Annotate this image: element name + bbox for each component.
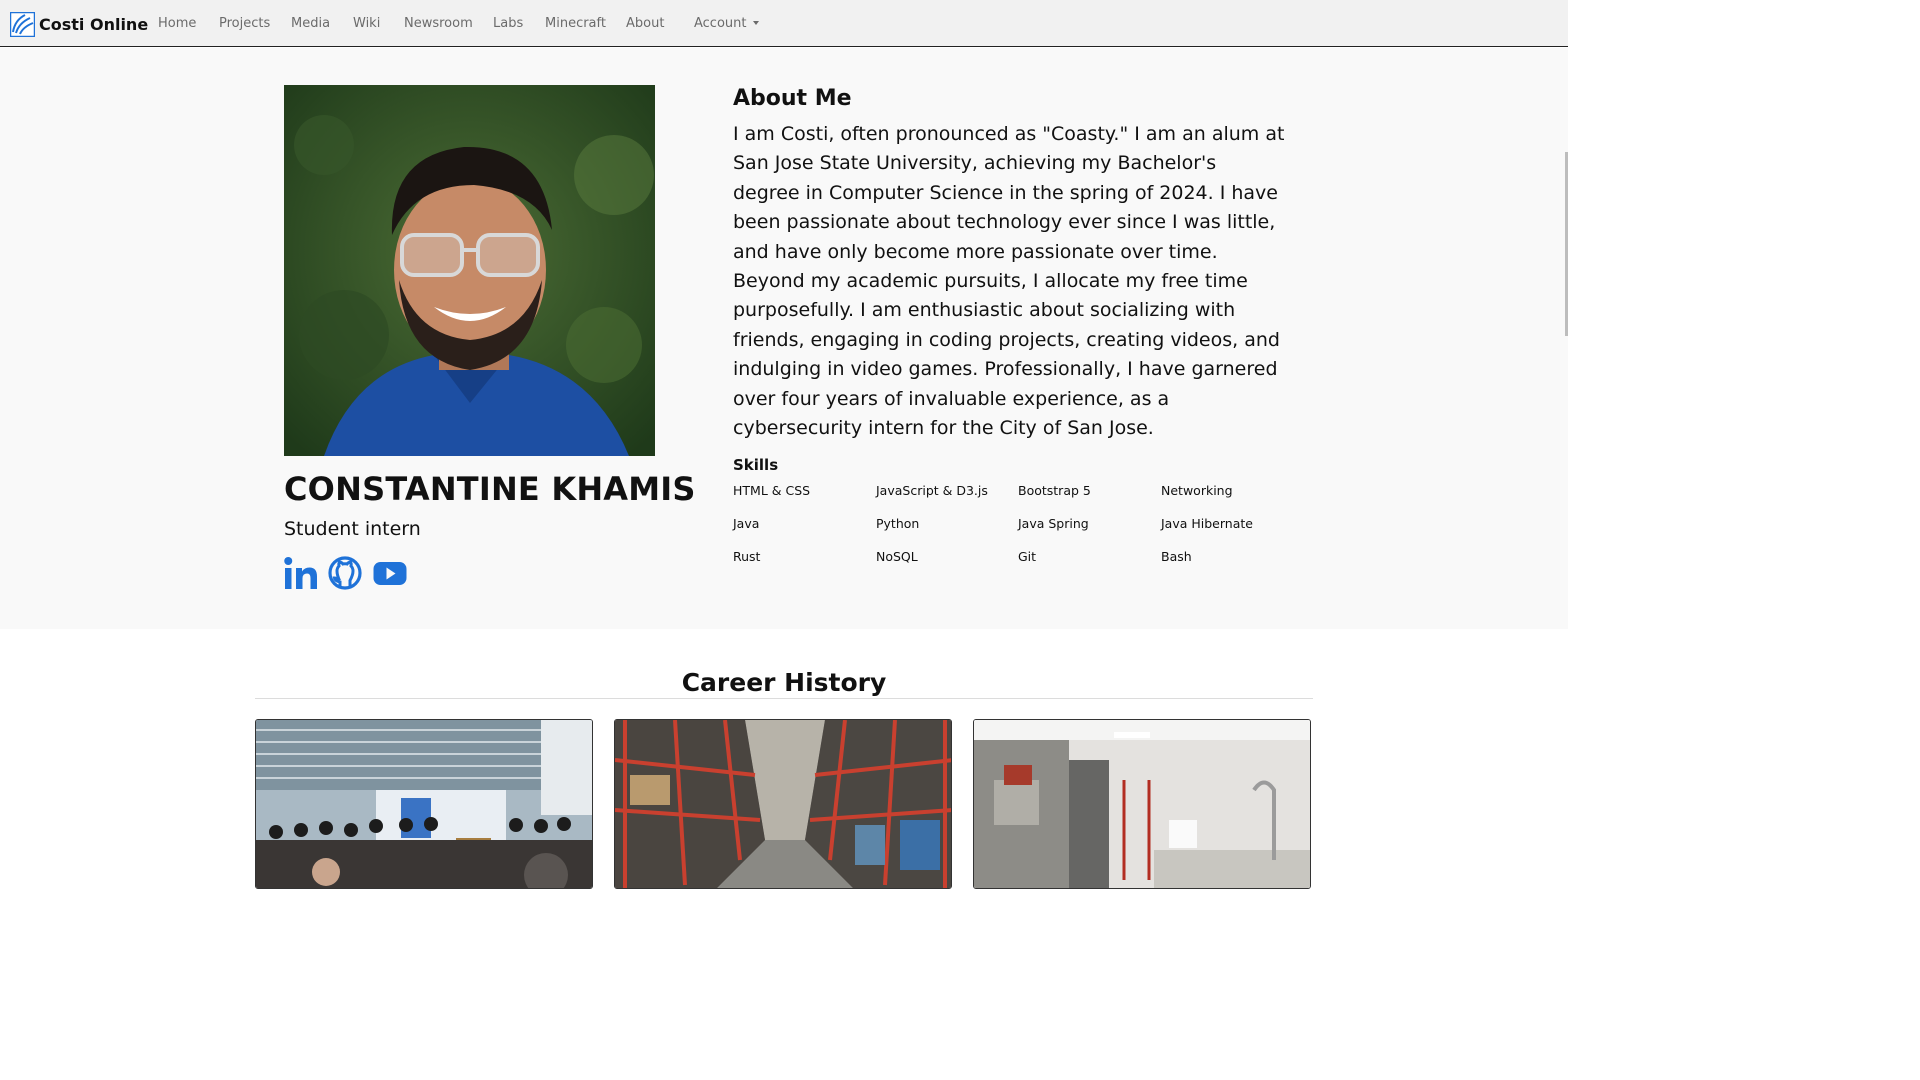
profile-role: Student intern xyxy=(284,518,421,540)
career-history-title: Career History xyxy=(681,668,887,697)
career-card-warehouse[interactable] xyxy=(614,719,952,889)
nav-link-minecraft[interactable]: Minecraft xyxy=(545,16,606,31)
skill-item: Git xyxy=(1018,549,1037,564)
divider xyxy=(255,698,1313,699)
nav-link-projects[interactable]: Projects xyxy=(219,16,270,31)
github-icon xyxy=(328,556,362,590)
account-dropdown[interactable]: Account xyxy=(694,16,759,31)
about-title: About Me xyxy=(733,86,852,111)
nav-link-media[interactable]: Media xyxy=(291,16,330,31)
brand-name: Costi Online xyxy=(39,14,149,34)
nav-link-wiki[interactable]: Wiki xyxy=(353,16,380,31)
profile-name: CONSTANTINE KHAMIS xyxy=(284,470,696,508)
top-navbar: Costi Online Home Projects Media Wiki Ne… xyxy=(0,0,1568,47)
skill-item: Java Hibernate xyxy=(1161,516,1253,531)
career-card-city-hall[interactable] xyxy=(255,719,593,889)
skill-item: Rust xyxy=(733,549,761,564)
skill-item: HTML & CSS xyxy=(733,483,811,498)
caret-down-icon xyxy=(752,21,759,25)
youtube-icon xyxy=(373,562,407,585)
profile-photo xyxy=(284,85,655,456)
github-link[interactable] xyxy=(328,556,362,594)
account-label: Account xyxy=(694,16,747,31)
nav-link-newsroom[interactable]: Newsroom xyxy=(404,16,473,31)
skill-item: NoSQL xyxy=(876,549,918,564)
about-body: I am Costi, often pronounced as "Coasty.… xyxy=(733,120,1288,443)
skill-item: Bash xyxy=(1161,549,1192,564)
skill-item: Bootstrap 5 xyxy=(1018,483,1091,498)
youtube-link[interactable] xyxy=(373,556,407,594)
skill-item: Python xyxy=(876,516,920,531)
career-image-press-event xyxy=(256,720,592,888)
career-card-kitchen[interactable] xyxy=(973,719,1311,889)
skill-item: JavaScript & D3.js xyxy=(876,483,988,498)
about-paragraph-2: Beyond my academic pursuits, I allocate … xyxy=(733,270,1280,440)
skills-title: Skills xyxy=(733,456,779,474)
about-paragraph-1: I am Costi, often pronounced as "Coasty.… xyxy=(733,123,1285,263)
nav-link-home[interactable]: Home xyxy=(158,16,196,31)
scrollbar-thumb[interactable] xyxy=(1565,152,1568,336)
brand-link[interactable]: Costi Online xyxy=(10,11,148,37)
career-image-warehouse xyxy=(615,720,951,888)
brand-logo-icon xyxy=(10,11,35,37)
linkedin-icon xyxy=(284,557,317,589)
skill-item: Networking xyxy=(1161,483,1233,498)
nav-link-about[interactable]: About xyxy=(626,16,664,31)
nav-link-labs[interactable]: Labs xyxy=(493,16,523,31)
skill-item: Java xyxy=(733,516,760,531)
skill-item: Java Spring xyxy=(1018,516,1089,531)
career-image-kitchen xyxy=(974,720,1310,888)
linkedin-link[interactable] xyxy=(284,556,318,594)
